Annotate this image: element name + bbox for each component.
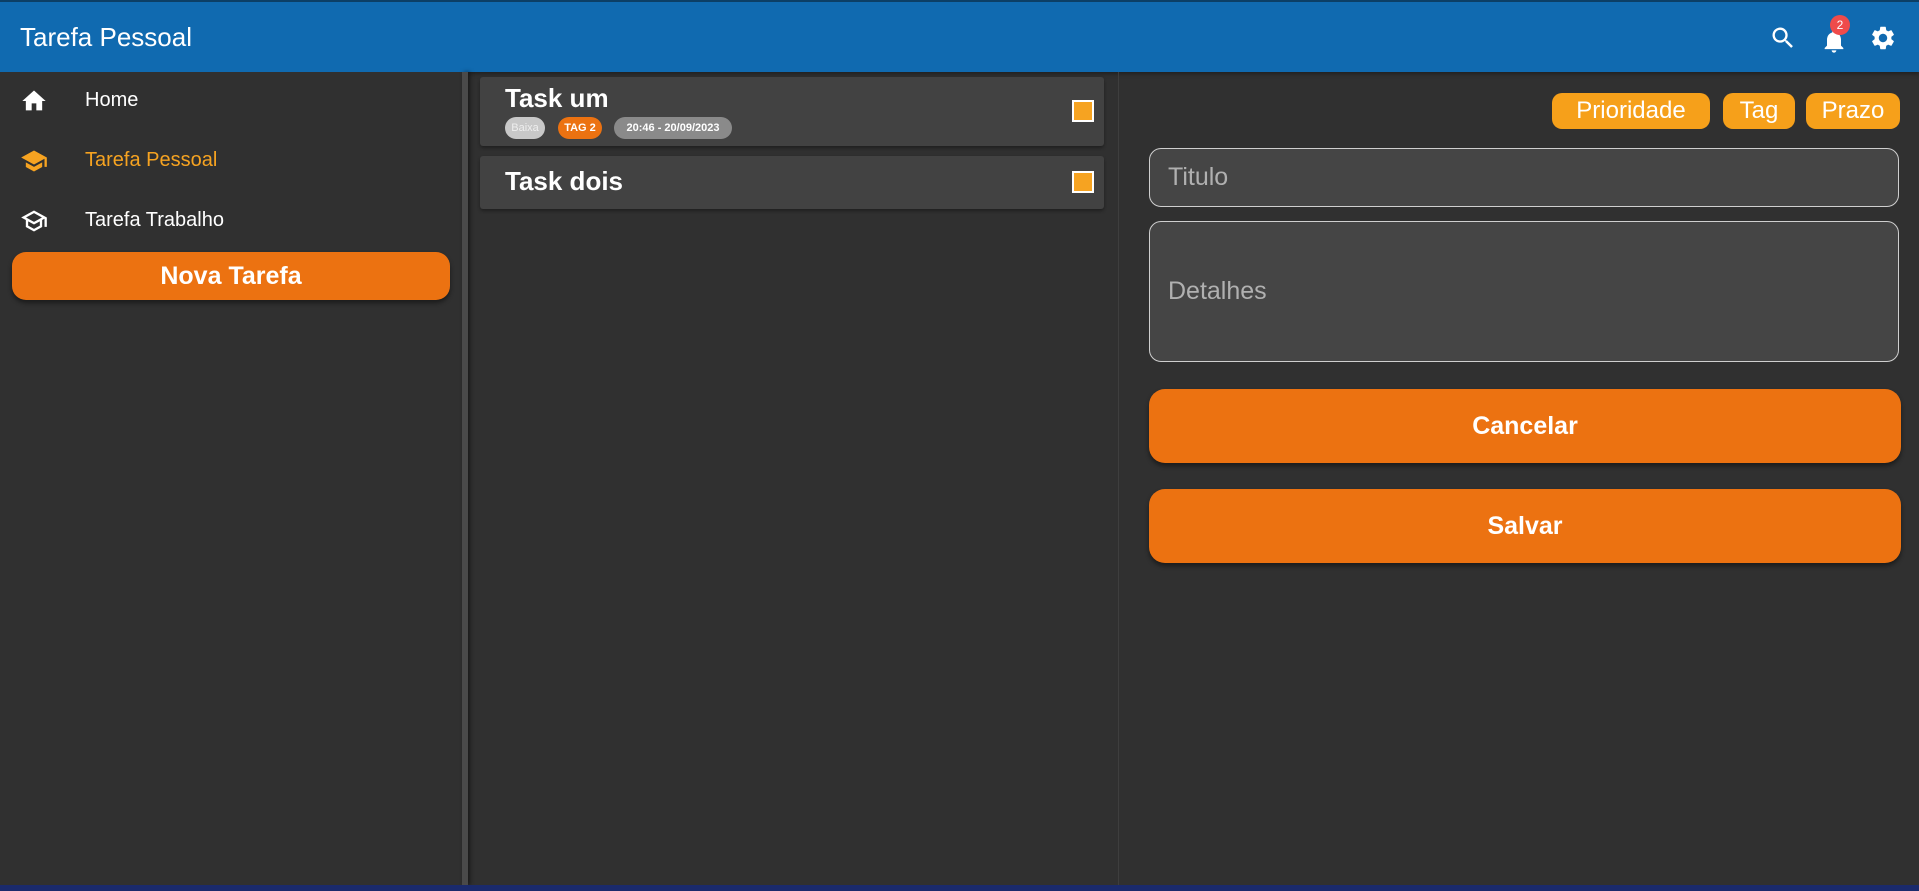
app-title: Tarefa Pessoal [20,22,192,52]
task-editor: Prioridade Tag Prazo Titulo Detalhes Can… [1119,72,1919,885]
task-title: Task dois [505,166,624,196]
task-title: Task um [505,83,609,113]
sidebar-item-tarefa-pessoal[interactable]: Tarefa Pessoal [0,132,462,190]
task-card[interactable]: Task um Baixa TAG 2 20:46 - 20/09/2023 [480,77,1104,146]
school-outline-icon [21,210,47,232]
title-placeholder: Titulo [1168,163,1229,191]
settings-icon[interactable] [1869,24,1897,52]
title-input[interactable]: Titulo [1149,148,1899,207]
sidebar-item-label: Tarefa Pessoal [85,149,218,171]
task-checkbox[interactable] [1072,171,1094,193]
sidebar-item-label: Home [85,89,139,111]
sidebar-item-label: Tarefa Trabalho [85,209,224,231]
details-input[interactable]: Detalhes [1149,221,1899,362]
sidebar-item-home[interactable]: Home [0,72,462,130]
task-checkbox[interactable] [1072,100,1094,122]
top-app-bar: Tarefa Pessoal 2 [0,0,1919,72]
tag-filter-button[interactable]: Tag [1723,93,1795,129]
details-placeholder: Detalhes [1168,277,1267,305]
search-icon[interactable] [1769,24,1797,52]
home-icon [22,90,46,111]
cancel-button[interactable]: Cancelar [1149,389,1901,463]
notification-badge: 2 [1830,15,1850,35]
due-date-chip: 20:46 - 20/09/2023 [614,117,732,139]
school-icon [21,150,47,172]
task-card[interactable]: Task dois [480,156,1104,209]
new-task-button[interactable]: Nova Tarefa [12,252,450,300]
task-list: Task um Baixa TAG 2 20:46 - 20/09/2023 T… [468,72,1118,885]
save-button[interactable]: Salvar [1149,489,1901,563]
tag-chip: TAG 2 [558,117,602,139]
priority-filter-button[interactable]: Prioridade [1552,93,1710,129]
app-window: Tarefa Pessoal 2 Home Tarefa Pessoal Tar… [0,0,1919,885]
deadline-filter-button[interactable]: Prazo [1806,93,1900,129]
sidebar-item-tarefa-trabalho[interactable]: Tarefa Trabalho [0,192,462,250]
priority-chip: Baixa [505,117,545,139]
sidebar: Home Tarefa Pessoal Tarefa Trabalho Nova… [0,72,462,885]
